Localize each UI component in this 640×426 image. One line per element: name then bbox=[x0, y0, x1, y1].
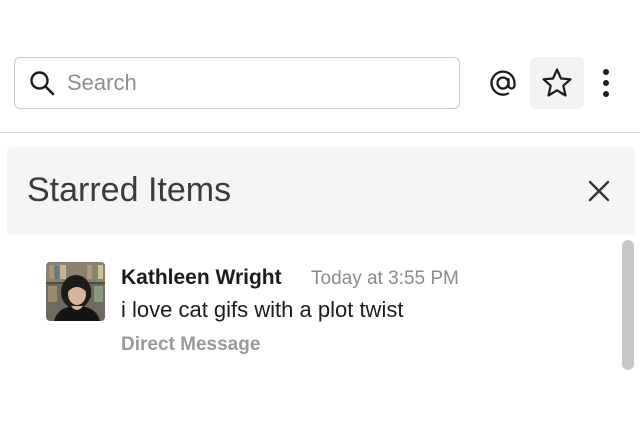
panel-title: Starred Items bbox=[27, 171, 232, 209]
message-source[interactable]: Direct Message bbox=[121, 334, 260, 356]
starred-panel-header: Starred Items bbox=[7, 147, 635, 235]
close-icon bbox=[588, 180, 610, 202]
avatar[interactable] bbox=[46, 262, 105, 321]
top-bar bbox=[0, 0, 640, 133]
message-timestamp[interactable]: Today at 3:55 PM bbox=[311, 268, 459, 290]
panel-scrollbar[interactable] bbox=[622, 240, 634, 370]
star-icon bbox=[542, 68, 572, 97]
message-sender[interactable]: Kathleen Wright bbox=[121, 266, 282, 290]
message-text: i love cat gifs with a plot twist bbox=[121, 297, 404, 322]
more-options-button[interactable] bbox=[594, 62, 618, 104]
search-box[interactable] bbox=[14, 57, 460, 109]
search-input[interactable] bbox=[65, 69, 429, 97]
mentions-button[interactable] bbox=[483, 61, 523, 105]
starred-message-item[interactable]: Kathleen Wright Today at 3:55 PM i love … bbox=[46, 262, 606, 362]
search-icon bbox=[30, 71, 55, 96]
mention-icon bbox=[490, 70, 516, 96]
starred-items-button[interactable] bbox=[530, 57, 584, 109]
close-panel-button[interactable] bbox=[585, 177, 613, 205]
more-vertical-icon bbox=[603, 69, 609, 97]
